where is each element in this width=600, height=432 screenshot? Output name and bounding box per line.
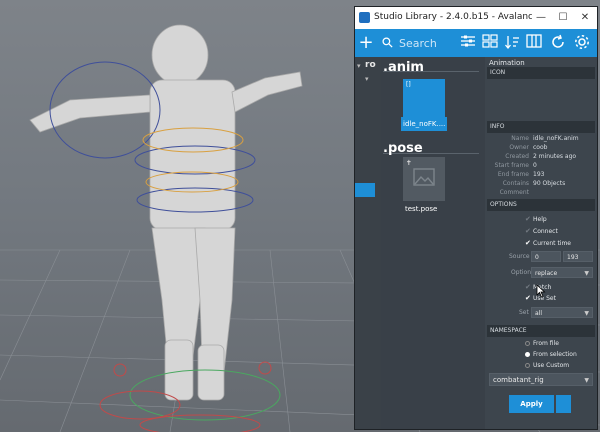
app-icon	[359, 12, 370, 23]
filter-icon[interactable]	[459, 34, 477, 52]
connect-checkbox[interactable]: ✔ Connect	[525, 227, 558, 235]
minimize-button[interactable]: —	[533, 10, 549, 26]
tree-child-expand-icon[interactable]: ▾	[365, 75, 369, 83]
anim-item-label: idle_noFK....	[403, 120, 446, 128]
apply-button[interactable]: Apply	[509, 395, 554, 413]
settings-icon[interactable]	[573, 34, 591, 52]
namespace-field-value: combatant_rig	[493, 376, 544, 384]
use-custom-radio[interactable]: Use Custom	[525, 362, 569, 369]
info-row-contains: Contains 90 Objects	[502, 180, 566, 187]
info-row-owner: Owner coob	[509, 144, 548, 151]
pose-item-thumbnail[interactable]: ✝	[403, 157, 445, 201]
current-time-checkbox[interactable]: ✔ Current time	[525, 239, 571, 247]
chevron-down-icon: ▼	[584, 377, 589, 384]
info-row-start-frame: Start frame 0	[494, 162, 537, 169]
maximize-button[interactable]: ☐	[555, 10, 571, 26]
pose-item-label: test.pose	[405, 205, 438, 213]
items-view: .anim [] idle_noFK.... .pose ✝ test.pose	[381, 57, 485, 429]
sync-icon[interactable]	[549, 34, 567, 52]
window-title: Studio Library - 2.4.0.b15 - Avalanche S…	[374, 12, 532, 22]
chevron-down-icon: ▼	[584, 270, 589, 277]
add-button[interactable]: +	[357, 34, 375, 52]
info-row-comment: Comment	[499, 189, 529, 196]
from-selection-radio[interactable]: From selection	[525, 351, 577, 358]
namespace-field[interactable]: combatant_rig ▼	[489, 373, 593, 386]
from-file-radio[interactable]: From file	[525, 340, 559, 347]
tree-root-item[interactable]: ro	[365, 60, 376, 70]
set-dropdown[interactable]: all ▼	[531, 307, 593, 318]
character-silhouette	[29, 24, 303, 401]
folder-tree: ▾ ro ▾	[355, 57, 381, 429]
mouse-cursor-icon	[536, 284, 546, 298]
view-icon[interactable]	[481, 34, 499, 52]
option-label: Option	[511, 269, 532, 276]
source-label: Source	[509, 253, 530, 260]
info-row-created: Created 2 minutes ago	[505, 153, 577, 160]
source-end-field[interactable]: 193	[563, 251, 593, 262]
tree-expand-icon[interactable]: ▾	[357, 62, 361, 70]
details-panel: Animation ICON INFO Name idle_noFK.anim O…	[485, 57, 597, 429]
namespace-section-header[interactable]: NAMESPACE	[487, 325, 595, 337]
search-icon: ⚲	[378, 33, 398, 53]
option-dropdown-value: replace	[535, 270, 558, 277]
info-row-end-frame: End frame 193	[497, 171, 545, 178]
info-section-header[interactable]: INFO	[487, 121, 595, 133]
sort-icon[interactable]	[503, 34, 521, 52]
options-section-header[interactable]: OPTIONS	[487, 199, 595, 211]
search-input[interactable]	[399, 35, 451, 51]
apply-options-button[interactable]	[556, 395, 571, 413]
layout-icon[interactable]	[525, 34, 543, 52]
anim-item-badge: []	[406, 81, 411, 88]
toolbar: + ⚲	[355, 29, 597, 57]
pose-item-badge: ✝	[406, 159, 412, 167]
help-checkbox[interactable]: ✔ Help	[525, 215, 547, 223]
info-row-name: Name idle_noFK.anim	[511, 135, 579, 142]
tree-selected-item[interactable]	[355, 183, 375, 197]
pose-group-header: .pose	[383, 141, 423, 156]
title-bar[interactable]: Studio Library - 2.4.0.b15 - Avalanche S…	[355, 7, 597, 29]
icon-section-header[interactable]: ICON	[487, 67, 595, 79]
set-label: Set	[519, 309, 529, 316]
close-button[interactable]: ✕	[577, 10, 593, 26]
source-start-field[interactable]: 0	[531, 251, 561, 262]
set-dropdown-value: all	[535, 310, 543, 317]
option-dropdown[interactable]: replace ▼	[531, 267, 593, 278]
studio-library-window: Studio Library - 2.4.0.b15 - Avalanche S…	[354, 6, 598, 430]
chevron-down-icon: ▼	[584, 310, 589, 317]
panel-title: Animation	[489, 59, 525, 67]
anim-group-header: .anim	[383, 60, 424, 75]
